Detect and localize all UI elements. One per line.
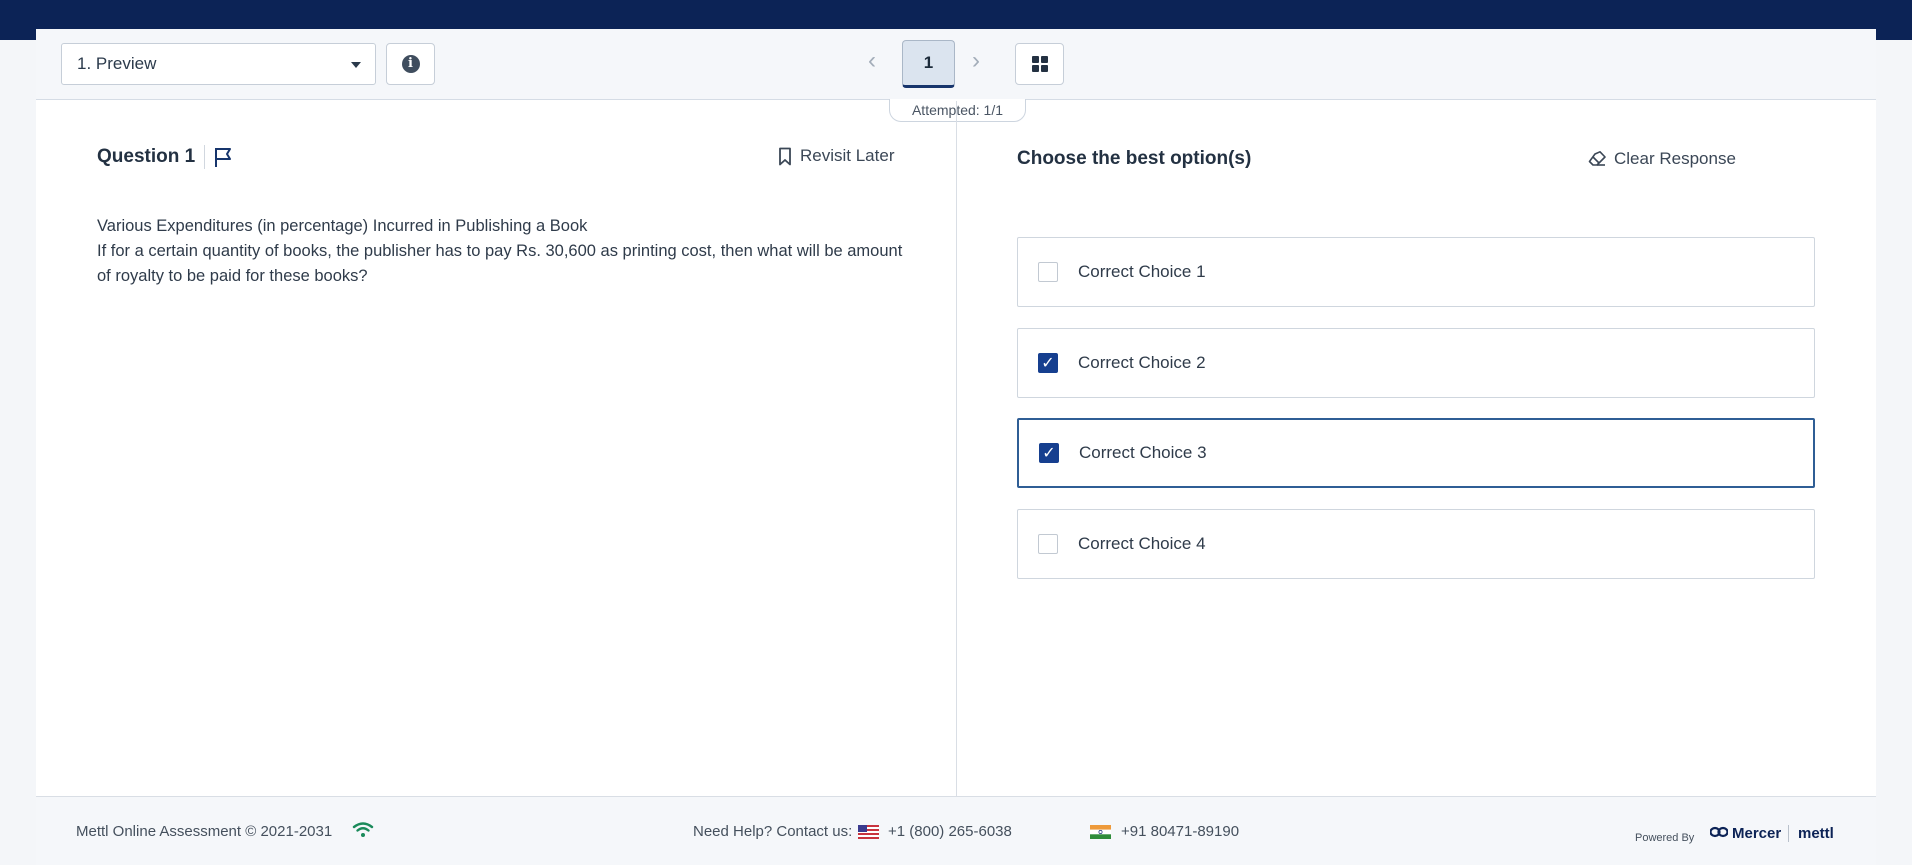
eraser-icon [1588,151,1606,166]
caret-down-icon [351,62,361,68]
question-line-2: If for a certain quantity of books, the … [97,242,903,285]
answer-title: Choose the best option(s) [1017,148,1252,169]
mettl-brand: mettl [1798,825,1834,842]
flag-icon[interactable] [213,146,233,168]
option-1-checkbox[interactable] [1038,262,1058,282]
india-phone-link[interactable]: +91 80471-89190 [1121,823,1239,840]
section-select[interactable]: 1. Preview [61,43,376,85]
bookmark-icon [779,147,791,165]
us-flag-icon [858,825,879,839]
assessment-panel: 1. Preview i ‹ 1 › Attempted: 1/1 Questi… [36,29,1876,865]
question-number-button[interactable]: 1 [902,40,955,88]
question-title: Question 1 [97,146,196,167]
option-2[interactable]: ✓ Correct Choice 2 [1017,328,1815,398]
wifi-icon [352,822,374,837]
grid-icon [1031,56,1048,72]
toolbar: 1. Preview i ‹ 1 › [36,29,1876,100]
option-3-checkbox[interactable]: ✓ [1039,443,1059,463]
section-select-value: 1. Preview [77,54,157,73]
info-icon: i [401,55,420,73]
title-divider [204,145,205,169]
option-2-label: Correct Choice 2 [1078,353,1206,372]
powered-by-text: Powered By [1635,832,1695,844]
help-text: Need Help? Contact us: [693,823,853,840]
question-grid-button[interactable] [1015,43,1064,85]
revisit-later-label: Revisit Later [800,146,895,165]
question-text: Various Expenditures (in percentage) Inc… [97,214,917,289]
next-question-arrow[interactable]: › [972,49,980,73]
mercer-brand: Mercer [1732,825,1782,842]
us-phone-link[interactable]: +1 (800) 265-6038 [888,823,1012,840]
brand-divider [1788,825,1789,842]
footer: Mettl Online Assessment © 2021-2031 Need… [36,796,1876,865]
option-4-checkbox[interactable] [1038,534,1058,554]
option-4-label: Correct Choice 4 [1078,534,1206,553]
answer-pane: Choose the best option(s) Clear Response… [958,101,1876,796]
option-1-label: Correct Choice 1 [1078,262,1206,281]
option-3-label: Correct Choice 3 [1079,443,1207,462]
option-4[interactable]: Correct Choice 4 [1017,509,1815,579]
revisit-later-button[interactable]: Revisit Later [778,146,894,166]
option-1[interactable]: Correct Choice 1 [1017,237,1815,307]
india-flag-icon [1090,825,1111,839]
prev-question-arrow[interactable]: ‹ [868,49,876,73]
question-pane: Question 1 Revisit Later Various Expendi… [36,101,957,796]
mercer-logo-icon [1710,826,1728,838]
question-line-1: Various Expenditures (in percentage) Inc… [97,217,588,235]
info-button[interactable]: i [386,43,435,85]
option-3[interactable]: ✓ Correct Choice 3 [1017,418,1815,488]
clear-response-label: Clear Response [1614,149,1736,168]
clear-response-button[interactable]: Clear Response [1588,149,1736,169]
option-2-checkbox[interactable]: ✓ [1038,353,1058,373]
copyright-text: Mettl Online Assessment © 2021-2031 [76,823,333,840]
